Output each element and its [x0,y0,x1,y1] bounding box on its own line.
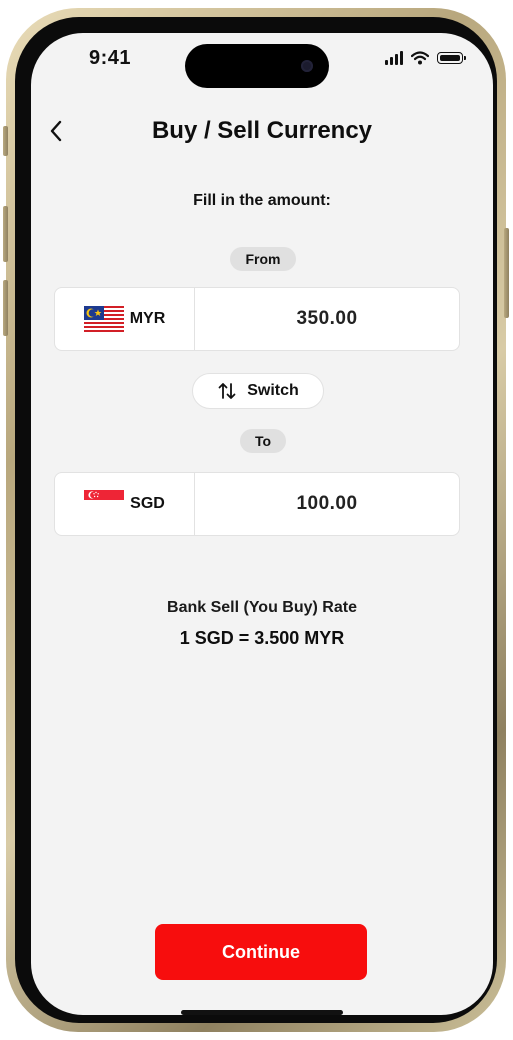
volume-up-button [3,206,8,262]
power-button [504,228,509,318]
from-currency-selector[interactable]: MYR [55,288,195,350]
dynamic-island [185,44,329,88]
rate-label: Bank Sell (You Buy) Rate [167,599,357,616]
from-badge: From [230,247,296,271]
to-amount-input[interactable]: 100.00 [195,473,459,535]
status-time: 9:41 [89,47,132,69]
camera-icon [301,60,313,72]
to-currency-code: SGD [130,495,165,512]
switch-button[interactable]: Switch [192,373,324,409]
from-currency-card: MYR 350.00 [54,287,460,351]
header: Buy / Sell Currency [31,109,493,153]
continue-button[interactable]: Continue [155,924,367,980]
wifi-icon [411,51,429,65]
app-screen: 9:41 Buy / Sell Currency Fill in the amo [31,33,493,1015]
instruction-label: Fill in the amount: [193,192,331,209]
from-currency-code: MYR [129,310,166,327]
cellular-signal-icon [385,51,403,65]
to-currency-card: SGD 100.00 [54,472,460,536]
mute-switch [3,126,8,156]
to-badge: To [240,429,286,453]
battery-icon [437,52,466,64]
switch-label: Switch [247,382,299,399]
status-bar: 9:41 [31,33,493,93]
page-title: Buy / Sell Currency [151,117,373,144]
to-currency-selector[interactable]: SGD [55,473,195,535]
from-amount-input[interactable]: 350.00 [195,288,459,350]
singapore-flag-icon [84,490,125,510]
malaysia-flag-icon [83,306,124,332]
phone-frame: 9:41 Buy / Sell Currency Fill in the amo [3,8,509,1032]
volume-down-button [3,280,8,336]
rate-value: 1 SGD = 3.500 MYR [179,628,345,648]
status-icons [385,51,466,65]
swap-arrows-icon [218,383,236,399]
home-indicator [181,1010,343,1015]
